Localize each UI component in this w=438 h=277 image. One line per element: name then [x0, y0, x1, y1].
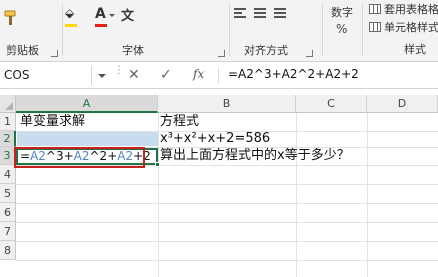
- name-box[interactable]: COS: [0, 66, 92, 85]
- formula-bar-separator: [218, 67, 219, 84]
- alignment-group: 对齐方式: [230, 0, 322, 61]
- gridline: [16, 222, 438, 223]
- format-as-table-button[interactable]: 套用表格格式: [369, 1, 438, 17]
- worksheet-grid[interactable]: A B C D 1 2 3 4 5 6 7 8 单变量求解 方程式 x³+x²+…: [0, 95, 438, 277]
- name-box-dropdown-icon[interactable]: [98, 74, 106, 78]
- ribbon-separator: [322, 4, 323, 56]
- select-all-button[interactable]: [0, 95, 16, 113]
- clipboard-dialog-launcher-icon[interactable]: [51, 50, 58, 57]
- cell-b3[interactable]: 算出上面方程式中的x等于多少？: [157, 147, 350, 165]
- cell-b2[interactable]: x³+x²+x+2=586: [157, 130, 270, 148]
- font-color-button[interactable]: A: [95, 6, 106, 22]
- gridline: [16, 260, 438, 261]
- phonetic-guide-button[interactable]: 文: [121, 5, 134, 24]
- cancel-icon[interactable]: ✕: [128, 67, 140, 83]
- ribbon: 剪贴板 A ⬙ 文 字体 对齐方式 数字 % 套用表格格式: [0, 0, 438, 62]
- formula-bar: COS ⋮ ✕ ✓ fx =A2^3+A2^2+A2+2: [0, 62, 438, 89]
- row-header-7[interactable]: 7: [0, 222, 16, 241]
- cell-b1[interactable]: 方程式: [157, 113, 199, 131]
- clipboard-group-label: 剪贴板: [6, 44, 39, 57]
- gridline: [367, 113, 368, 277]
- fill-color-button[interactable]: ⬙: [65, 6, 74, 20]
- annotation-highlight-box: [14, 147, 145, 168]
- formula-bar-grip-icon[interactable]: ⋮: [114, 66, 124, 76]
- gridline: [296, 113, 297, 277]
- align-left-icon[interactable]: [234, 8, 246, 20]
- row-header-5[interactable]: 5: [0, 184, 16, 203]
- font-color-dropdown-icon[interactable]: [109, 14, 115, 17]
- enter-icon[interactable]: ✓: [160, 67, 172, 83]
- gridline: [16, 184, 438, 185]
- row-header-2[interactable]: 2: [0, 131, 16, 147]
- alignment-group-label: 对齐方式: [244, 44, 288, 57]
- row-header-8[interactable]: 8: [0, 241, 16, 260]
- font-group: A ⬙ 文 字体: [63, 0, 229, 61]
- clipboard-group: 剪贴板: [0, 0, 62, 61]
- ribbon-separator: [362, 4, 363, 56]
- formula-input[interactable]: =A2^3+A2^2+A2+2: [228, 67, 359, 81]
- font-group-label: 字体: [122, 44, 144, 57]
- percent-icon[interactable]: %: [336, 22, 347, 36]
- styles-group-label: 样式: [404, 43, 426, 56]
- row-header-6[interactable]: 6: [0, 203, 16, 222]
- gridline: [16, 241, 438, 242]
- cell-styles-label: 单元格样式: [384, 21, 438, 34]
- column-header-c[interactable]: C: [296, 95, 367, 113]
- cell-styles-button[interactable]: 单元格样式: [369, 19, 438, 35]
- table-format-icon: [369, 4, 381, 14]
- alignment-dialog-launcher-icon[interactable]: [306, 50, 313, 57]
- number-group-label[interactable]: 数字: [331, 4, 353, 20]
- fill-color-swatch: [65, 24, 77, 27]
- increase-indent-icon[interactable]: [274, 8, 286, 20]
- column-header-b[interactable]: B: [158, 95, 296, 113]
- font-color-swatch: [95, 24, 107, 27]
- insert-function-icon[interactable]: fx: [193, 67, 204, 81]
- gridline: [16, 203, 438, 204]
- referenced-cell-highlight: [17, 132, 158, 146]
- column-header-d[interactable]: D: [367, 95, 438, 113]
- cell-a1[interactable]: 单变量求解: [17, 113, 85, 131]
- font-dialog-launcher-icon[interactable]: [218, 50, 225, 57]
- cell-styles-icon: [369, 22, 381, 32]
- row-header-1[interactable]: 1: [0, 113, 16, 131]
- format-painter-icon[interactable]: [4, 10, 18, 26]
- format-as-table-label: 套用表格格式: [384, 3, 438, 16]
- column-header-a[interactable]: A: [16, 95, 158, 113]
- decrease-indent-icon[interactable]: [254, 8, 266, 20]
